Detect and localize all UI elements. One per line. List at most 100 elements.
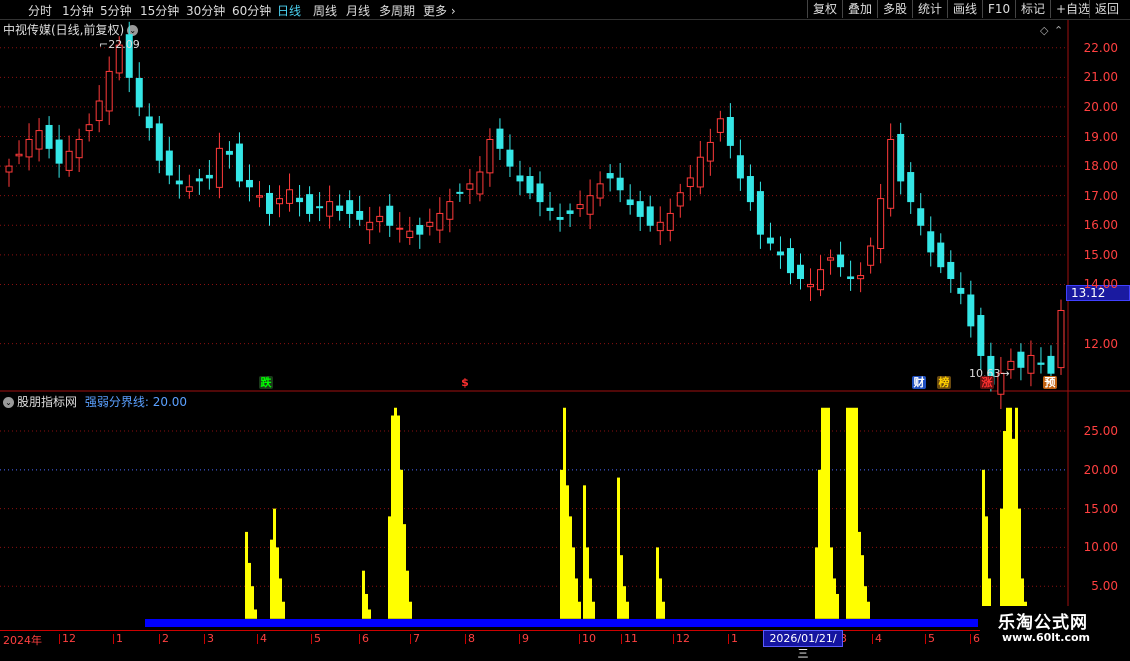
candle-body xyxy=(386,205,394,226)
candle-body xyxy=(15,153,23,157)
indicator-bar xyxy=(578,601,581,619)
signal-marker[interactable]: 财 xyxy=(912,376,926,389)
candle-body xyxy=(847,276,855,280)
candle-body xyxy=(95,100,103,122)
date-cursor: 2026/01/21/三 xyxy=(763,630,843,660)
price-tick: 16.00 xyxy=(1083,218,1118,233)
indicator-bar xyxy=(572,547,575,619)
chart-canvas[interactable]: ◇ ⌃ xyxy=(0,0,1130,650)
candle-body xyxy=(185,186,193,192)
candle-body xyxy=(506,149,514,167)
date-tick: 12 xyxy=(59,632,76,645)
indicator-bar xyxy=(406,570,409,619)
candle-body xyxy=(706,141,714,162)
indicator-bar xyxy=(1018,508,1021,619)
indicator-title: ⌄ 股朋指标网 强弱分界线: 20.00 xyxy=(3,393,187,410)
candle-body xyxy=(75,138,83,159)
high-price-label: ⌐22.09 xyxy=(99,38,140,51)
base-bar xyxy=(145,619,978,627)
candle-body xyxy=(616,177,624,191)
candle-body xyxy=(666,212,674,231)
indicator-bar xyxy=(592,601,595,619)
date-tick: 12 xyxy=(673,632,690,645)
signal-marker[interactable]: 跌 xyxy=(259,376,273,389)
indicator-bar xyxy=(864,586,867,619)
indicator-bar xyxy=(365,593,368,619)
date-tick: 5 xyxy=(925,632,935,645)
candle-body xyxy=(586,195,594,215)
candle-body xyxy=(306,194,314,214)
candle-body xyxy=(596,183,604,199)
candle-body xyxy=(155,123,163,161)
candle-body xyxy=(746,176,754,203)
candle-body xyxy=(105,70,113,112)
indicator-bar xyxy=(368,609,371,619)
candle-body xyxy=(576,204,584,210)
threshold-label: 强弱分界线: 20.00 xyxy=(84,395,188,409)
candle-body xyxy=(255,195,263,198)
candle-body xyxy=(1017,351,1025,368)
date-tick: 1 xyxy=(728,632,738,645)
indicator-bar xyxy=(830,547,833,619)
candle-body xyxy=(406,230,414,239)
indicator-bar xyxy=(388,516,391,619)
indicator-bar xyxy=(626,601,629,619)
signal-marker[interactable]: 榜 xyxy=(937,376,951,389)
date-tick: 7 xyxy=(410,632,420,645)
candle-body xyxy=(937,242,945,268)
candle-body xyxy=(446,201,454,220)
indicator-bar xyxy=(583,485,586,619)
candle-body xyxy=(857,275,865,280)
candle-body xyxy=(145,116,153,129)
candle-body xyxy=(556,217,564,220)
indicator-bar xyxy=(985,516,988,619)
indicator-bar xyxy=(1012,438,1015,619)
candle-body xyxy=(436,212,444,231)
indicator-bar xyxy=(566,485,569,619)
candle-body xyxy=(516,175,524,182)
candle-body xyxy=(195,178,203,182)
indicator-bar xyxy=(397,415,400,619)
candle-body xyxy=(175,180,183,185)
indicator-tick: 10.00 xyxy=(1083,540,1118,555)
candle-body xyxy=(977,315,985,356)
indicator-bar xyxy=(662,601,665,619)
indicator-bar xyxy=(617,477,620,619)
indicator-bar xyxy=(846,407,849,619)
date-tick: 6 xyxy=(970,632,980,645)
indicator-bar xyxy=(560,469,563,619)
signal-marker[interactable]: $ xyxy=(458,376,472,389)
indicator-bar xyxy=(391,415,394,619)
price-tick: 22.00 xyxy=(1083,40,1118,55)
date-tick: 2 xyxy=(159,632,169,645)
signal-marker[interactable]: 涨 xyxy=(980,376,994,389)
indicator-bar xyxy=(400,469,403,619)
candle-body xyxy=(165,150,173,176)
indicator-bar xyxy=(575,578,578,619)
indicator-bar xyxy=(836,593,839,619)
watermark-url: www.60lt.com xyxy=(1002,631,1091,644)
date-tick: 1 xyxy=(113,632,123,645)
indicator-bar xyxy=(282,601,285,619)
indicator-dropdown-icon[interactable]: ⌄ xyxy=(3,397,14,408)
signal-marker[interactable]: 预 xyxy=(1043,376,1057,389)
candle-body xyxy=(205,174,213,179)
indicator-bar xyxy=(569,516,572,619)
indicator-tick: 20.00 xyxy=(1083,462,1118,477)
candle-body xyxy=(786,248,794,274)
candle-body xyxy=(25,138,33,158)
indicator-bar xyxy=(623,586,626,619)
price-tick: 17.00 xyxy=(1083,188,1118,203)
indicator-bar xyxy=(821,407,824,619)
candle-body xyxy=(526,176,534,194)
indicator-bar xyxy=(818,469,821,619)
date-tick: 8 xyxy=(465,632,475,645)
candle-body xyxy=(776,251,784,256)
diamond-icon: ◇ xyxy=(1040,24,1049,37)
candle-body xyxy=(396,227,404,230)
candle-body xyxy=(265,192,274,214)
candle-body xyxy=(807,283,815,288)
candle-body xyxy=(726,116,734,146)
candle-body xyxy=(326,201,334,217)
indicator-name[interactable]: 股朋指标网 xyxy=(17,395,77,409)
